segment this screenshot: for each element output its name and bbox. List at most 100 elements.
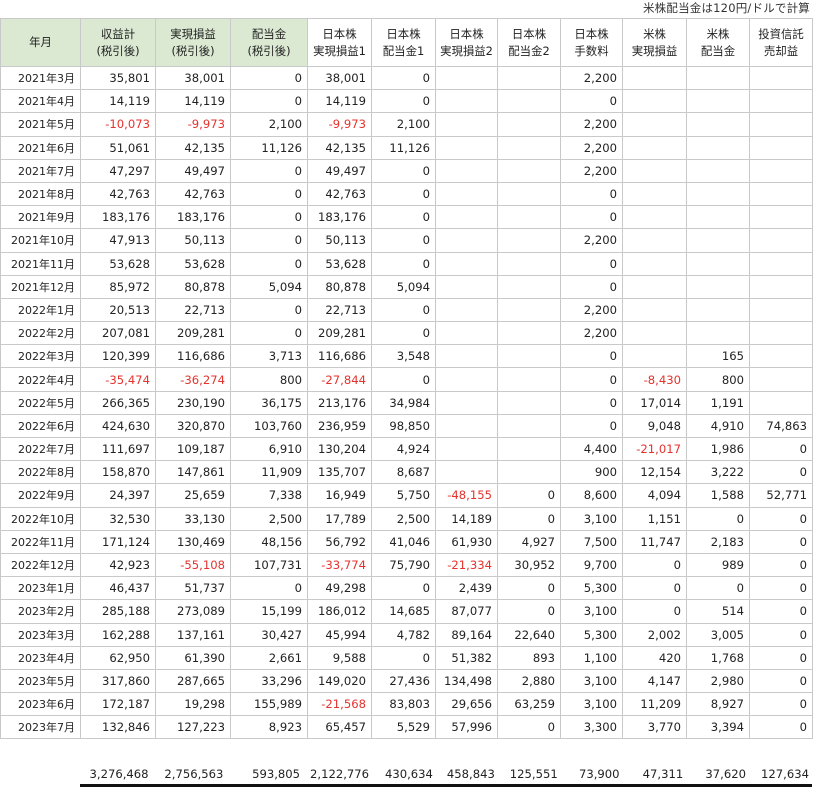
value-cell: 87,077 xyxy=(435,599,498,624)
column-header-line1: 年月 xyxy=(29,35,52,49)
value-cell: 5,094 xyxy=(371,274,436,299)
value-cell: 3,713 xyxy=(230,344,308,369)
value-cell xyxy=(686,297,750,323)
value-cell xyxy=(686,112,750,137)
month-cell: 2023年4月 xyxy=(0,645,81,670)
value-cell: 16,949 xyxy=(307,483,372,508)
value-cell: 165 xyxy=(686,344,750,369)
value-cell: 20,513 xyxy=(80,297,156,323)
value-cell: 42,135 xyxy=(307,135,372,160)
column-header-line1: 米株 xyxy=(643,26,666,41)
totals-row: 3,276,468 2,756,563 593,805 2,122,776 430,63… xyxy=(0,765,814,783)
value-cell: 49,298 xyxy=(307,576,372,601)
value-cell: 4,927 xyxy=(497,529,561,554)
value-cell: 22,713 xyxy=(307,297,372,323)
value-cell xyxy=(686,158,750,183)
value-cell xyxy=(497,460,561,485)
value-cell xyxy=(497,205,561,230)
value-cell: 15,199 xyxy=(230,599,308,624)
value-cell: 155,989 xyxy=(230,692,308,717)
value-cell: 420 xyxy=(622,645,687,670)
value-cell: 0 xyxy=(749,436,813,462)
month-cell: 2022年3月 xyxy=(0,344,81,369)
column-header-line2: (税引後) xyxy=(247,43,291,58)
value-cell: 3,222 xyxy=(686,460,750,485)
value-cell xyxy=(435,367,498,392)
table-row: 2021年8月 42,763 42,763 0 42,763 0 0 xyxy=(0,181,813,207)
value-cell xyxy=(686,251,750,276)
value-cell: 4,782 xyxy=(371,622,436,647)
value-cell: 9,700 xyxy=(560,552,623,578)
value-cell: -8,430 xyxy=(622,367,687,392)
column-header-line2: 手数料 xyxy=(574,43,609,58)
value-cell: 27,436 xyxy=(371,668,436,694)
column-header-line1: 米株 xyxy=(706,26,730,41)
value-cell xyxy=(622,112,687,137)
value-cell: 38,001 xyxy=(307,65,372,91)
value-cell xyxy=(686,65,750,91)
value-cell xyxy=(435,89,498,114)
value-cell: 2,200 xyxy=(560,135,623,160)
value-cell: 8,927 xyxy=(686,692,750,717)
value-cell: 2,200 xyxy=(560,158,623,183)
column-header: 配当金 (税引後) xyxy=(230,18,308,67)
value-cell: 0 xyxy=(497,483,561,508)
value-cell xyxy=(435,65,498,91)
month-cell: 2022年6月 xyxy=(0,413,81,439)
value-cell: 0 xyxy=(230,321,308,346)
value-cell: -55,108 xyxy=(155,552,231,578)
table-row: 2021年3月 35,801 38,001 0 38,001 0 2,200 xyxy=(0,65,813,91)
value-cell: 14,685 xyxy=(371,599,436,624)
value-cell xyxy=(435,297,498,323)
table-row: 2023年1月 46,437 51,737 0 49,298 0 2,439 0 5,300 0 0… xyxy=(0,576,813,601)
table-row: 2023年4月 62,950 61,390 2,661 9,588 0 51,382 893 1… xyxy=(0,645,813,670)
value-cell: 0 xyxy=(497,715,561,740)
value-cell: 1,768 xyxy=(686,645,750,670)
value-cell: 107,731 xyxy=(230,552,308,578)
value-cell: 127,223 xyxy=(155,715,231,740)
value-cell: 5,750 xyxy=(371,483,436,508)
value-cell xyxy=(749,274,813,299)
value-cell: 0 xyxy=(230,576,308,601)
value-cell: 33,296 xyxy=(230,668,308,694)
value-cell: 32,530 xyxy=(80,506,156,531)
month-cell: 2023年6月 xyxy=(0,692,81,717)
value-cell: 8,923 xyxy=(230,715,308,740)
value-cell: 424,630 xyxy=(80,413,156,439)
value-cell xyxy=(749,228,813,253)
value-cell: 74,863 xyxy=(749,413,813,439)
value-cell: 3,100 xyxy=(560,692,623,717)
value-cell: 0 xyxy=(371,251,436,276)
value-cell: 42,763 xyxy=(307,181,372,207)
value-cell: 989 xyxy=(686,552,750,578)
value-cell xyxy=(686,205,750,230)
value-cell: 8,687 xyxy=(371,460,436,485)
table-row: 2023年3月 162,288 137,161 30,427 45,994 4,782 89… xyxy=(0,622,813,647)
value-cell: 0 xyxy=(749,715,813,740)
value-cell xyxy=(686,274,750,299)
value-cell: 9,588 xyxy=(307,645,372,670)
value-cell xyxy=(749,205,813,230)
column-header-line2: (税引後) xyxy=(96,43,140,58)
column-header: 日本株 実現損益2 xyxy=(435,18,498,67)
table-row: 2021年7月 47,297 49,497 0 49,497 0 2,200 xyxy=(0,158,813,183)
value-cell: 30,952 xyxy=(497,552,561,578)
value-cell: 800 xyxy=(230,367,308,392)
table-row: 2023年5月 317,860 287,665 33,296 149,020 27,436… xyxy=(0,668,813,694)
value-cell: -35,474 xyxy=(80,367,156,392)
value-cell: 42,763 xyxy=(155,181,231,207)
column-header-line1: 配当金 xyxy=(251,26,287,41)
value-cell: 14,189 xyxy=(435,506,498,531)
value-cell: 51,382 xyxy=(435,645,498,670)
value-cell: 183,176 xyxy=(307,205,372,230)
value-cell: 109,187 xyxy=(155,436,231,462)
value-cell: 2,200 xyxy=(560,321,623,346)
value-cell: 2,200 xyxy=(560,65,623,91)
table-row: 2022年12月 42,923 -55,108 107,731 -33,774 75,79… xyxy=(0,552,813,578)
value-cell: 0 xyxy=(560,89,623,114)
value-cell: 80,878 xyxy=(155,274,231,299)
value-cell xyxy=(686,135,750,160)
value-cell xyxy=(749,89,813,114)
value-cell: 3,100 xyxy=(560,506,623,531)
value-cell: 35,801 xyxy=(80,65,156,91)
